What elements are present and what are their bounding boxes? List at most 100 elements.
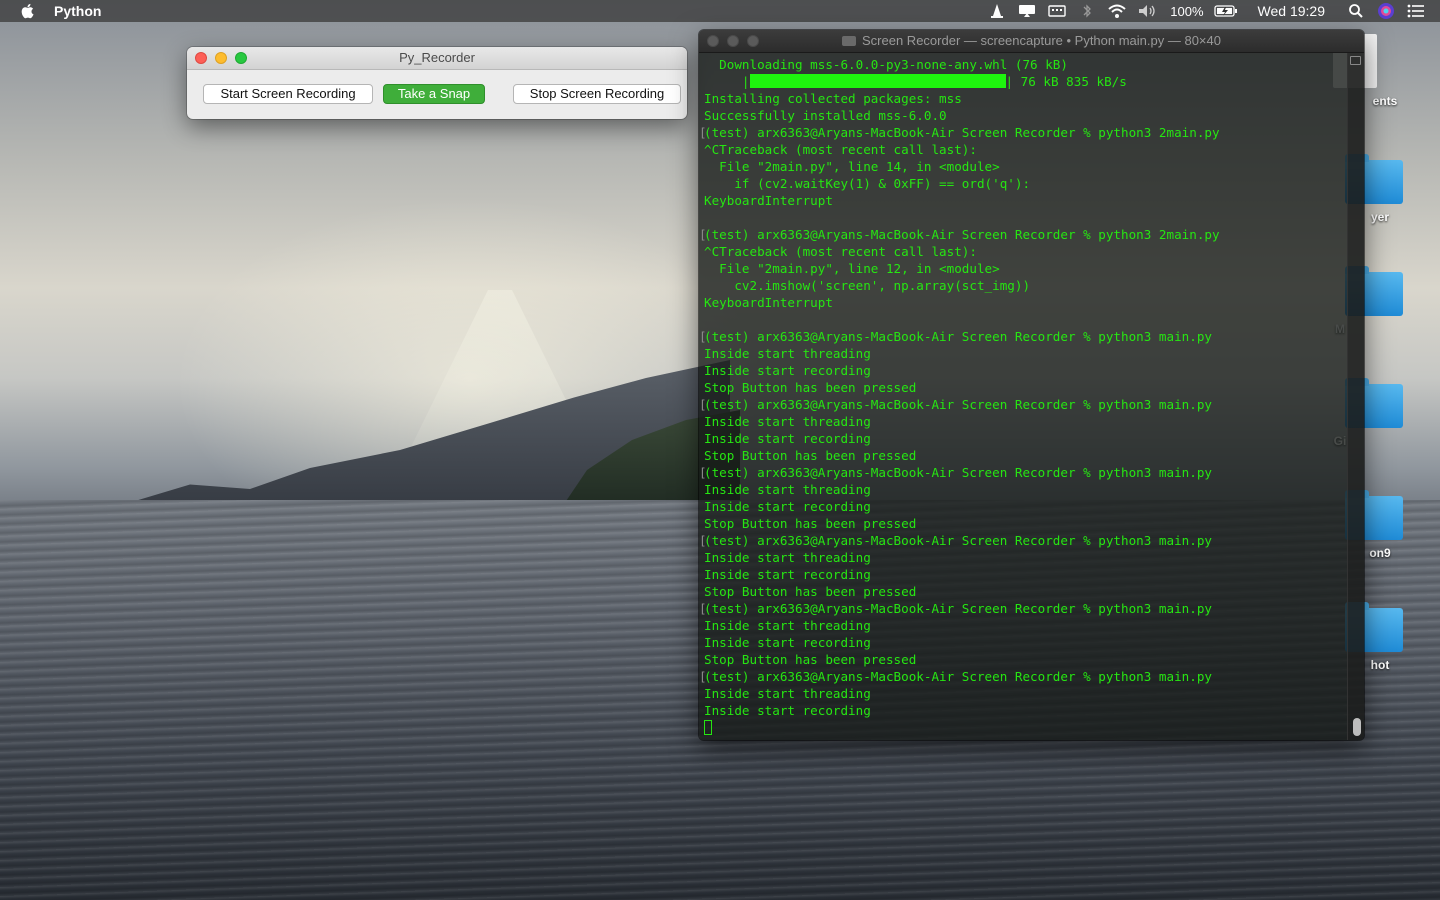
spotlight-search-icon[interactable] bbox=[1346, 3, 1366, 19]
terminal-line: cv2.imshow('screen', np.array(sct_img)) bbox=[704, 277, 1343, 294]
zoom-window-button[interactable] bbox=[235, 52, 247, 64]
minimize-window-button[interactable] bbox=[727, 35, 739, 47]
bluetooth-icon[interactable] bbox=[1077, 3, 1097, 19]
prompt-mark-bracket: [ bbox=[699, 601, 707, 616]
terminal-line-text: Downloading mss-6.0.0-py3-none-any.whl (… bbox=[704, 57, 1068, 72]
download-progress-bar bbox=[749, 74, 1006, 88]
terminal-titlebar[interactable]: Screen Recorder — screencapture • Python… bbox=[699, 30, 1364, 53]
terminal-line: Inside start recording bbox=[704, 430, 1343, 447]
terminal-line-text: cv2.imshow('screen', np.array(sct_img)) bbox=[704, 278, 1031, 293]
menu-bar-extras: 100% Wed 19:29 bbox=[982, 0, 1440, 22]
terminal-line: Stop Button has been pressed bbox=[704, 583, 1343, 600]
split-pane-icon[interactable] bbox=[1350, 56, 1361, 65]
terminal-line-text: (test) arx6363@Aryans-MacBook-Air Screen… bbox=[704, 601, 1212, 616]
terminal-line: Installing collected packages: mss bbox=[704, 90, 1343, 107]
stop-recording-button[interactable]: Stop Screen Recording bbox=[513, 84, 681, 104]
desktop-icon-label: yer bbox=[1370, 210, 1390, 224]
terminal-line-text: Stop Button has been pressed bbox=[704, 448, 917, 463]
take-snap-button[interactable]: Take a Snap bbox=[383, 84, 485, 104]
desktop-icon-label: ents bbox=[1372, 94, 1398, 108]
terminal-line: Successfully installed mss-6.0.0 bbox=[704, 107, 1343, 124]
terminal-line-text: Inside start recording bbox=[704, 431, 871, 446]
folder-icon bbox=[842, 36, 856, 46]
zoom-window-button[interactable] bbox=[747, 35, 759, 47]
terminal-line: (test) arx6363@Aryans-MacBook-Air Screen… bbox=[699, 328, 1348, 345]
terminal-line: Inside start recording bbox=[704, 362, 1343, 379]
terminal-line: (test) arx6363@Aryans-MacBook-Air Screen… bbox=[699, 600, 1348, 617]
prompt-mark-bracket: [ bbox=[699, 533, 707, 548]
terminal-line: (test) arx6363@Aryans-MacBook-Air Screen… bbox=[699, 532, 1348, 549]
terminal-line-text: (test) arx6363@Aryans-MacBook-Air Screen… bbox=[704, 465, 1212, 480]
menu-bar-clock[interactable]: Wed 19:29 bbox=[1258, 3, 1325, 19]
terminal-line: Downloading mss-6.0.0-py3-none-any.whl (… bbox=[704, 56, 1343, 73]
terminal-line-text: Inside start recording bbox=[704, 499, 871, 514]
prompt-mark-bracket: [ bbox=[699, 125, 707, 140]
terminal-line: (test) arx6363@Aryans-MacBook-Air Screen… bbox=[699, 226, 1348, 243]
terminal-line-text: Inside start threading bbox=[704, 346, 871, 361]
terminal-input-line[interactable] bbox=[704, 719, 1343, 736]
vlc-cone-icon[interactable] bbox=[987, 3, 1007, 19]
terminal-line: Inside start recording bbox=[704, 702, 1343, 719]
terminal-line: ^CTraceback (most recent call last): bbox=[704, 141, 1343, 158]
keyboard-menu-icon[interactable] bbox=[1047, 3, 1067, 19]
terminal-line-text: Inside start recording bbox=[704, 363, 871, 378]
battery-charging-icon[interactable] bbox=[1213, 3, 1239, 19]
close-window-button[interactable] bbox=[707, 35, 719, 47]
terminal-line: KeyboardInterrupt bbox=[704, 294, 1343, 311]
terminal-scrollbar[interactable] bbox=[1347, 53, 1364, 740]
terminal-line: File "2main.py", line 12, in <module> bbox=[704, 260, 1343, 277]
volume-icon[interactable] bbox=[1137, 3, 1157, 19]
siri-icon[interactable] bbox=[1376, 3, 1396, 19]
apple-menu-icon[interactable] bbox=[20, 3, 34, 19]
terminal-line: (test) arx6363@Aryans-MacBook-Air Screen… bbox=[699, 124, 1348, 141]
battery-percent[interactable]: 100% bbox=[1170, 4, 1203, 19]
terminal-line: (test) arx6363@Aryans-MacBook-Air Screen… bbox=[699, 464, 1348, 481]
terminal-line: | | 76 kB 835 kB/s bbox=[704, 74, 1127, 89]
terminal-line-text: Successfully installed mss-6.0.0 bbox=[704, 108, 947, 123]
terminal-line-text: Inside start recording bbox=[704, 635, 871, 650]
terminal-line-text: (test) arx6363@Aryans-MacBook-Air Screen… bbox=[704, 125, 1220, 140]
terminal-line: Inside start recording bbox=[704, 566, 1343, 583]
terminal-line-text: Inside start recording bbox=[704, 567, 871, 582]
terminal-line-text: (test) arx6363@Aryans-MacBook-Air Screen… bbox=[704, 329, 1212, 344]
terminal-line: Inside start recording bbox=[704, 498, 1343, 515]
notification-center-icon[interactable] bbox=[1406, 3, 1426, 19]
terminal-line: Stop Button has been pressed bbox=[704, 379, 1343, 396]
terminal-line-text: KeyboardInterrupt bbox=[704, 193, 833, 208]
terminal-line: Stop Button has been pressed bbox=[704, 515, 1343, 532]
menu-bar: Python 100% Wed 19:29 bbox=[0, 0, 1440, 22]
terminal-line: Stop Button has been pressed bbox=[704, 447, 1343, 464]
py-recorder-titlebar[interactable]: Py_Recorder bbox=[187, 47, 687, 70]
terminal-line: Inside start threading bbox=[704, 481, 1343, 498]
start-recording-button[interactable]: Start Screen Recording bbox=[203, 84, 373, 104]
prompt-mark-bracket: [ bbox=[699, 465, 707, 480]
terminal-line: KeyboardInterrupt bbox=[704, 192, 1343, 209]
desktop-icon-label: hot bbox=[1370, 658, 1390, 672]
close-window-button[interactable] bbox=[195, 52, 207, 64]
window-title: Py_Recorder bbox=[399, 50, 475, 65]
wifi-icon[interactable] bbox=[1107, 3, 1127, 19]
terminal-line: if (cv2.waitKey(1) & 0xFF) == ord('q'): bbox=[704, 175, 1343, 192]
terminal-line: Inside start threading bbox=[704, 413, 1343, 430]
terminal-line-text: (test) arx6363@Aryans-MacBook-Air Screen… bbox=[704, 227, 1220, 242]
terminal-line: ^CTraceback (most recent call last): bbox=[704, 243, 1343, 260]
terminal-line-text: KeyboardInterrupt bbox=[704, 295, 833, 310]
terminal-line: Inside start threading bbox=[704, 685, 1343, 702]
terminal-line: Inside start recording bbox=[704, 634, 1343, 651]
terminal-line-text: Inside start recording bbox=[704, 703, 871, 718]
py-recorder-window: Py_Recorder Start Screen Recording Take … bbox=[187, 47, 687, 119]
terminal-line-text: Inside start threading bbox=[704, 482, 871, 497]
terminal-cursor bbox=[704, 720, 712, 735]
terminal-line-text: File "2main.py", line 12, in <module> bbox=[704, 261, 1000, 276]
terminal-line-text: File "2main.py", line 14, in <module> bbox=[704, 159, 1000, 174]
terminal-line-text: Inside start threading bbox=[704, 686, 871, 701]
airplay-display-icon[interactable] bbox=[1017, 3, 1037, 19]
prompt-mark-bracket: [ bbox=[699, 329, 707, 344]
scrollbar-thumb[interactable] bbox=[1353, 718, 1361, 736]
app-menu-python[interactable]: Python bbox=[54, 3, 101, 19]
terminal-output[interactable]: Downloading mss-6.0.0-py3-none-any.whl (… bbox=[699, 53, 1348, 740]
terminal-line: File "2main.py", line 14, in <module> bbox=[704, 158, 1343, 175]
minimize-window-button[interactable] bbox=[215, 52, 227, 64]
terminal-line-text: Stop Button has been pressed bbox=[704, 652, 917, 667]
